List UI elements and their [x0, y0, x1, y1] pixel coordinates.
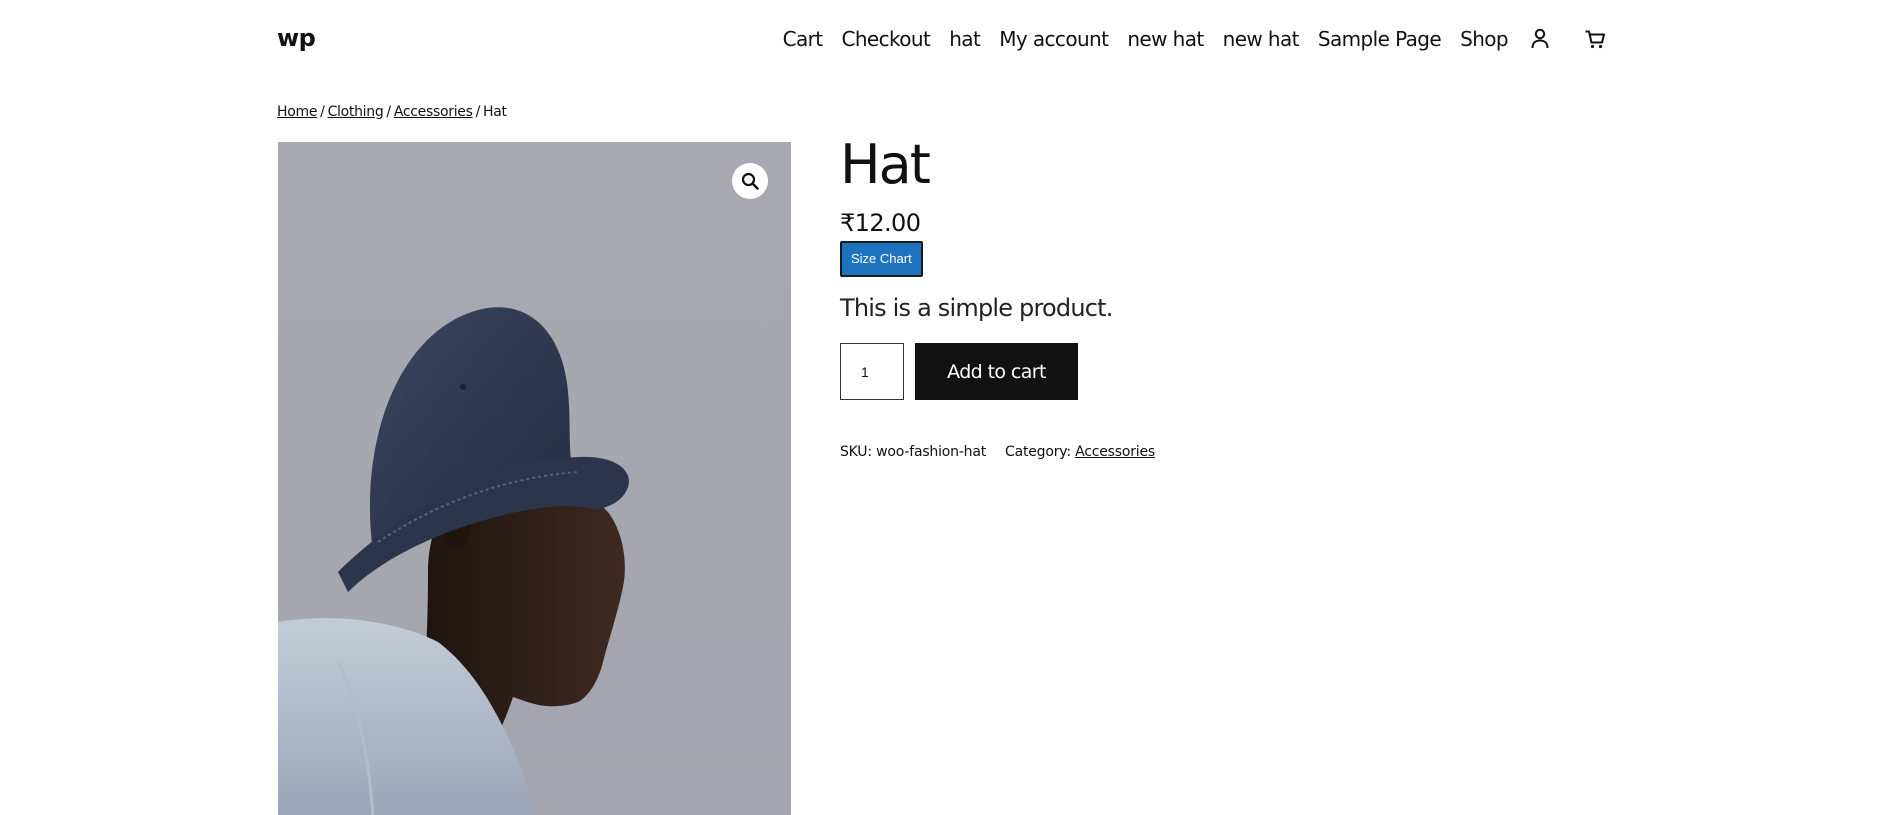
add-to-cart-button[interactable]: Add to cart — [915, 343, 1078, 400]
nav-item-shop[interactable]: Shop — [1460, 27, 1509, 51]
nav-item-cart[interactable]: Cart — [783, 27, 823, 51]
product-summary: Hat ₹12.00 Size Chart This is a simple p… — [840, 135, 1540, 460]
zoom-button[interactable] — [732, 163, 768, 199]
nav-item-new-hat-2[interactable]: new hat — [1223, 27, 1300, 51]
cart-icon[interactable] — [1582, 26, 1608, 52]
product-image — [278, 307, 629, 815]
category-label: Category: — [1005, 444, 1071, 460]
product-gallery[interactable] — [278, 142, 791, 815]
product-meta: SKU: woo-fashion-hat Category: Accessori… — [840, 444, 1540, 460]
size-chart-button[interactable]: Size Chart — [840, 241, 923, 277]
breadcrumb-clothing[interactable]: Clothing — [328, 104, 384, 120]
nav-item-my-account[interactable]: My account — [999, 27, 1109, 51]
add-to-cart-form: Add to cart — [840, 343, 1540, 400]
main-navigation: Cart Checkout hat My account new hat new… — [783, 26, 1608, 52]
magnifier-icon — [741, 172, 759, 190]
category-link[interactable]: Accessories — [1075, 444, 1155, 460]
breadcrumb-current: Hat — [483, 104, 507, 120]
nav-item-sample-page[interactable]: Sample Page — [1318, 27, 1442, 51]
product-short-description: This is a simple product. — [840, 294, 1113, 322]
breadcrumb-separator: / — [475, 104, 481, 120]
product-title: Hat — [840, 133, 931, 196]
user-icon[interactable] — [1527, 26, 1553, 52]
breadcrumb-accessories[interactable]: Accessories — [394, 104, 473, 120]
site-title[interactable]: wp — [277, 24, 316, 52]
sku-wrapper: SKU: woo-fashion-hat — [840, 444, 986, 460]
breadcrumb-home[interactable]: Home — [277, 104, 317, 120]
sku-value: woo-fashion-hat — [876, 444, 987, 460]
breadcrumb: Home / Clothing / Accessories / Hat — [277, 104, 507, 120]
product-price: ₹12.00 — [840, 209, 921, 237]
nav-item-checkout[interactable]: Checkout — [841, 27, 930, 51]
breadcrumb-separator: / — [320, 104, 325, 120]
breadcrumb-separator: / — [386, 104, 391, 120]
nav-item-new-hat-1[interactable]: new hat — [1127, 27, 1204, 51]
sku-label: SKU: — [840, 444, 872, 460]
nav-item-hat[interactable]: hat — [949, 27, 981, 51]
quantity-input[interactable] — [840, 343, 904, 400]
category-wrapper: Category: Accessories — [1005, 444, 1155, 460]
